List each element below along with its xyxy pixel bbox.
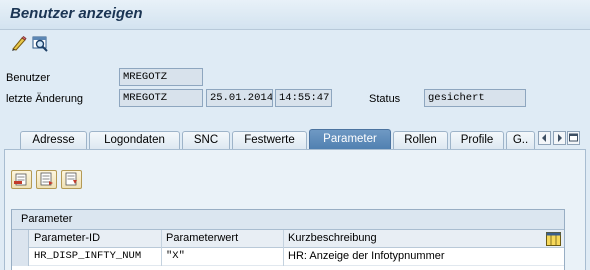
column-header-kurzbeschreibung[interactable]: Kurzbeschreibung <box>284 230 542 248</box>
tab-festwerte[interactable]: Festwerte <box>232 131 307 149</box>
row-selector[interactable] <box>12 248 29 266</box>
cell-kurzbeschreibung: HR: Anzeige der Infotypnummer <box>288 250 445 262</box>
tab-rollen[interactable]: Rollen <box>393 131 448 149</box>
cell-parameterwert[interactable]: "X" <box>162 248 284 266</box>
tab-profile[interactable]: Profile <box>450 131 504 149</box>
table-layout-icon[interactable] <box>546 232 561 246</box>
insert-row-button[interactable] <box>11 170 32 189</box>
tab-list-icon[interactable] <box>567 131 580 145</box>
parameter-table: Parameter Parameter-ID Parameterwert Kur… <box>11 209 565 270</box>
append-row-icon <box>40 172 53 186</box>
changed-date-field[interactable]: 25.01.2014 <box>206 89 273 107</box>
tab-scroll-right-icon[interactable] <box>553 131 566 145</box>
title-bar: Benutzer anzeigen <box>0 0 590 30</box>
delete-row-icon <box>65 172 77 186</box>
table-title: Parameter <box>12 210 564 230</box>
table-row[interactable]: HR_DISP_INFTY_NUM "X" HR: Anzeige der In… <box>12 248 564 266</box>
append-row-button[interactable] <box>36 170 57 189</box>
find-icon[interactable] <box>32 35 50 52</box>
application-toolbar <box>0 30 590 58</box>
changed-time-field[interactable]: 14:55:47 <box>275 89 332 107</box>
column-header-parameter-id[interactable]: Parameter-ID <box>30 230 162 248</box>
status-label: Status <box>369 93 401 105</box>
table-header-row: Parameter-ID Parameterwert Kurzbeschreib… <box>12 230 564 248</box>
column-header-parameterwert[interactable]: Parameterwert <box>162 230 284 248</box>
tab-parameter[interactable]: Parameter <box>309 129 391 150</box>
tab-adresse[interactable]: Adresse <box>20 131 87 149</box>
cell-parameter-id[interactable]: HR_DISP_INFTY_NUM <box>30 248 162 266</box>
letzte-aenderung-label: letzte Änderung <box>6 93 84 105</box>
tab-logondaten[interactable]: Logondaten <box>89 131 180 149</box>
display-change-icon[interactable] <box>10 35 28 52</box>
window-title: Benutzer anzeigen <box>10 5 143 22</box>
insert-row-icon <box>14 173 27 186</box>
parameter-panel: Parameter Parameter-ID Parameterwert Kur… <box>4 149 586 270</box>
status-field[interactable]: gesichert <box>424 89 526 107</box>
delete-row-button[interactable] <box>61 170 82 189</box>
tab-scroll-left-icon[interactable] <box>538 131 551 145</box>
benutzer-field[interactable]: MREGOTZ <box>119 68 203 86</box>
tab-snc[interactable]: SNC <box>182 131 230 149</box>
select-all-cell[interactable] <box>12 230 29 248</box>
tabstrip: Adresse Logondaten SNC Festwerte Paramet… <box>14 129 580 150</box>
benutzer-label: Benutzer <box>6 72 51 84</box>
changed-by-field[interactable]: MREGOTZ <box>119 89 203 107</box>
tab-g-truncated[interactable]: G.. <box>506 131 535 149</box>
